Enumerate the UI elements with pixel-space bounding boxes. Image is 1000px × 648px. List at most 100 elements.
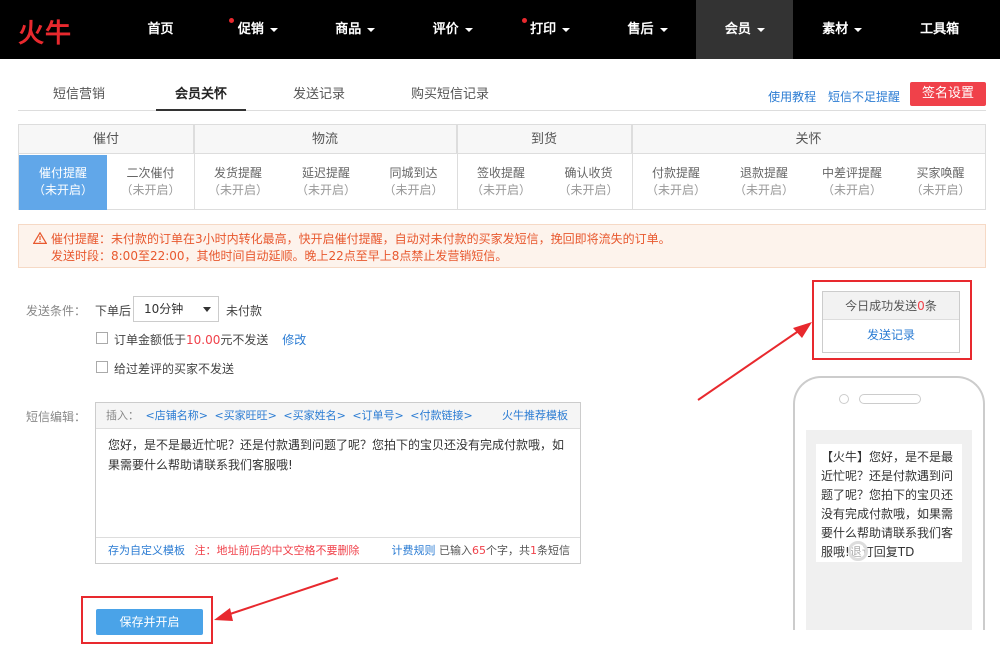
- save-and-enable-button[interactable]: 保存并开启: [96, 609, 203, 635]
- amount-checkbox[interactable]: [96, 332, 108, 344]
- care-type-name: 发货提醒: [213, 166, 262, 180]
- nav-item-label: 工具箱: [920, 22, 960, 37]
- chevron-down-icon: [367, 27, 376, 32]
- nav-item[interactable]: 工具箱: [891, 0, 988, 59]
- today-stats: 今日成功发送0条 发送记录: [822, 291, 960, 353]
- top-links: 使用教程 短信不足提醒: [760, 88, 900, 105]
- modify-link[interactable]: 修改: [282, 333, 306, 347]
- recommend-template-link[interactable]: 火牛推荐模板: [502, 403, 568, 429]
- nav-item[interactable]: 打印: [502, 0, 599, 59]
- signature-button[interactable]: 签名设置: [910, 82, 986, 106]
- chevron-down-icon: [854, 27, 863, 32]
- care-type-status: （未开启）: [910, 183, 971, 197]
- arrow-to-stats: [697, 329, 801, 401]
- nav-item-label: 首页: [147, 22, 174, 37]
- phone-screen: 【火牛】您好，是不是最近忙呢？还是付款遇到问题了呢？您拍下的宝贝还没有完成付款哦…: [806, 430, 972, 648]
- tab-sms-marketing[interactable]: 短信营销: [36, 78, 122, 111]
- insert-order-no[interactable]: <订单号>: [352, 409, 403, 422]
- sms-edit-label: 短信编辑：: [26, 410, 87, 424]
- care-type-name: 中差评提醒: [821, 166, 882, 180]
- insert-buyer-wangwang[interactable]: <买家旺旺>: [214, 409, 276, 422]
- nav-item[interactable]: 促销: [209, 0, 306, 59]
- notification-dot-icon: [229, 18, 235, 23]
- chevron-down-icon: [562, 27, 571, 32]
- amount-rule: 订单金额低于10.00元不发送 修改: [114, 331, 306, 348]
- today-prefix: 今日成功发送: [845, 299, 918, 313]
- care-type-name: 同城到达: [389, 166, 438, 180]
- editor-toolbar: 插入： <店铺名称> <买家旺旺> <买家姓名> <订单号> <付款链接> 火牛…: [96, 403, 580, 429]
- insert-shop-name[interactable]: <店铺名称>: [146, 409, 208, 422]
- chevron-down-icon: [659, 27, 668, 32]
- after-order-text: 下单后: [95, 304, 132, 318]
- care-type-tab[interactable]: 同城到达 （未开启）: [370, 155, 457, 210]
- care-type-tab[interactable]: 退款提醒 （未开启）: [720, 155, 808, 210]
- low-sms-link[interactable]: 短信不足提醒: [828, 90, 900, 104]
- nav-item[interactable]: 首页: [112, 0, 209, 59]
- today-suffix: 条: [924, 299, 937, 313]
- nav-item[interactable]: 会员: [696, 0, 794, 59]
- send-record-link[interactable]: 发送记录: [823, 320, 959, 350]
- nav-item[interactable]: 素材: [794, 0, 891, 59]
- editor-footer: 存为自定义模板 注：地址前后的中文空格不要删除 计费规则 已输入65个字，共1条…: [96, 537, 580, 563]
- tab-member-care[interactable]: 会员关怀: [156, 78, 246, 111]
- camera-icon: [839, 394, 849, 404]
- arrow-to-save-button: [229, 577, 339, 615]
- tab-send-record[interactable]: 发送记录: [276, 78, 362, 111]
- bad-review-checkbox[interactable]: [96, 361, 108, 373]
- care-type-tab[interactable]: 发货提醒 （未开启）: [194, 155, 282, 210]
- sms-editor: 插入： <店铺名称> <买家旺旺> <买家姓名> <订单号> <付款链接> 火牛…: [95, 402, 581, 564]
- nav-item-label: 评价: [432, 22, 459, 37]
- amount-prefix: 订单金额低于: [114, 333, 187, 347]
- nav-item-label: 打印: [530, 22, 557, 37]
- loading-ring-icon: [848, 541, 868, 561]
- phone-preview: 【火牛】您好，是不是最近忙呢？还是付款遇到问题了呢？您拍下的宝贝还没有完成付款哦…: [793, 376, 985, 648]
- care-type-tab[interactable]: 确认收货 （未开启）: [545, 155, 632, 210]
- warning-text: 催付提醒：未付款的订单在3小时内转化最高，快开启催付提醒，自动对未付款的买家发短…: [51, 232, 671, 246]
- speaker-icon: [859, 394, 921, 404]
- nav-item[interactable]: 售后: [599, 0, 696, 59]
- care-type-name: 催付提醒: [38, 166, 87, 180]
- care-type-tab[interactable]: 中差评提醒 （未开启）: [808, 155, 896, 210]
- care-type-tab[interactable]: 延迟提醒 （未开启）: [282, 155, 370, 210]
- care-type-tab[interactable]: 签收提醒 （未开启）: [457, 155, 545, 210]
- space-note: 注：地址前后的中文空格不要删除: [194, 544, 360, 557]
- tab-buy-sms-record[interactable]: 购买短信记录: [390, 78, 510, 111]
- warning-banner: 催付提醒：未付款的订单在3小时内转化最高，快开启催付提醒，自动对未付款的买家发短…: [18, 224, 986, 268]
- care-type-tab[interactable]: 二次催付 （未开启）: [107, 155, 194, 210]
- care-type-tab[interactable]: 买家唤醒 （未开启）: [896, 155, 985, 210]
- care-type-name: 二次催付: [126, 166, 175, 180]
- nav-item-label: 素材: [822, 22, 849, 37]
- chevron-down-icon: [269, 27, 278, 32]
- care-type-status: （未开启）: [821, 183, 882, 197]
- care-type-name: 买家唤醒: [916, 166, 965, 180]
- care-type-name: 签收提醒: [476, 166, 525, 180]
- care-type-name: 退款提醒: [739, 166, 788, 180]
- nav-item[interactable]: 评价: [404, 0, 501, 59]
- chevron-down-icon: [464, 27, 473, 32]
- delay-value: 10分钟: [144, 302, 184, 316]
- group-header: 物流: [194, 125, 457, 154]
- chevron-down-icon: [203, 307, 211, 312]
- sms-textarea[interactable]: 您好，是不是最近忙呢？还是付款遇到问题了呢？您拍下的宝贝还没有完成付款哦，如果需…: [96, 429, 580, 539]
- care-type-status: （未开启）: [295, 183, 356, 197]
- insert-buyer-name[interactable]: <买家姓名>: [283, 409, 345, 422]
- care-type-tab[interactable]: 付款提醒 （未开启）: [632, 155, 720, 210]
- sms-count: 1: [530, 544, 537, 557]
- brand-logo[interactable]: 火牛: [18, 13, 72, 50]
- insert-pay-link[interactable]: <付款链接>: [410, 409, 472, 422]
- bad-review-text: 给过差评的买家不发送: [114, 362, 235, 376]
- delay-select[interactable]: 10分钟: [133, 296, 219, 322]
- nav-item-label: 会员: [724, 22, 751, 37]
- care-type-status: （未开启）: [470, 183, 531, 197]
- unpaid-text: 未付款: [226, 304, 263, 318]
- care-type-tab[interactable]: 催付提醒 （未开启）: [19, 155, 107, 210]
- amount-value: 10.00: [186, 333, 221, 347]
- save-custom-template-link[interactable]: 存为自定义模板: [108, 544, 185, 557]
- typed-prefix: 已输入: [439, 544, 472, 557]
- nav-item[interactable]: 商品: [307, 0, 404, 59]
- sms-preview-bubble: 【火牛】您好，是不是最近忙呢？还是付款遇到问题了呢？您拍下的宝贝还没有完成付款哦…: [816, 444, 962, 562]
- warning-text: 发送时段：8:00至22:00，其他时间自动延顺。晚上22点至早上8点禁止发营销…: [51, 249, 508, 263]
- care-type-status: （未开启）: [120, 183, 181, 197]
- tutorial-link[interactable]: 使用教程: [768, 90, 816, 104]
- billing-rule-link[interactable]: 计费规则: [392, 544, 436, 557]
